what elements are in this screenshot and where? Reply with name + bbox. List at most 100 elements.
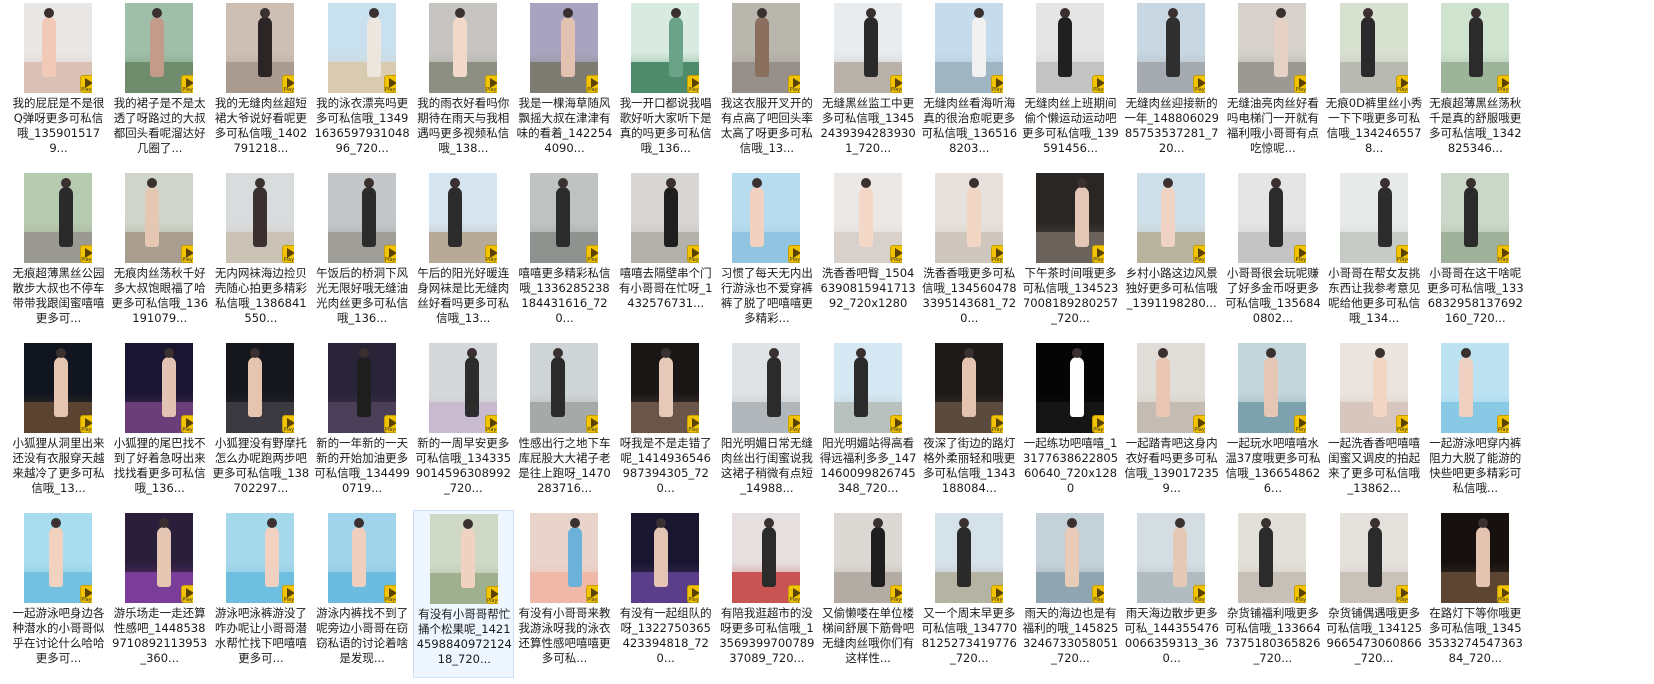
file-item[interactable]: Player 午后的阳光好暖连身网袜是比无缝肉丝好看吗更多可私信哦_13...	[413, 170, 514, 338]
file-item[interactable]: Player 乡村小路这边风景独好更多可私信哦_1391198280...	[1121, 170, 1222, 338]
file-item[interactable]: Player 小哥哥在帮女友挑东西让我参考意见呢给他更多可私信哦_134...	[1324, 170, 1425, 338]
video-thumbnail: Player	[1036, 513, 1104, 603]
player-badge-label: Player	[1295, 427, 1307, 433]
player-app-icon: Player	[1193, 415, 1206, 433]
video-thumbnail: Player	[428, 3, 497, 93]
file-name-label: 无痕超薄黑丝荡秋千是真的舒服哦更多可私信哦_1342825346...	[1429, 96, 1522, 155]
player-badge-label: Player	[1396, 257, 1408, 263]
file-name-label: 有没有一起组队的呀_1322750365423394818_720...	[619, 606, 712, 665]
video-thumbnail: Player	[530, 343, 598, 433]
file-item[interactable]: Player 习惯了每天无内出行游泳也不爱穿裤裤了脱了吧嘻嘻更多精彩...	[716, 170, 817, 338]
player-badge-label: Player	[283, 427, 295, 433]
file-item[interactable]: Player 午饭后的桥洞下风光无限好哦无缝油光肉丝更多可私信哦_136...	[312, 170, 413, 338]
file-item[interactable]: Player 无痕0D裤里丝小秀一下下哦更多可私信哦_1342465578...	[1324, 0, 1425, 168]
file-item[interactable]: Player 新的一年新的一天新的开始加油更多可私信哦_1344990719...	[312, 340, 413, 508]
file-item[interactable]: Player 我的无缝肉丝超短裙大爷说好看呢更多可私信哦_1402791218..…	[210, 0, 311, 168]
video-thumbnail: Player	[1238, 173, 1307, 263]
file-item[interactable]: Player 游泳内裤找不到了呢旁边小哥哥在窃窃私语的讨论着啥是发现...	[312, 510, 413, 678]
file-item[interactable]: Player 小狐狸的尾巴找不到了好着急呀出来找找看更多可私信哦_136...	[109, 340, 210, 508]
file-name-label: 又偷懒喽在单位楼梯间舒展下筋骨吧无缝肉丝哦你们有这样性...	[822, 606, 915, 665]
file-item[interactable]: Player 一起踏青吧这身内衣好看吗更多可私信哦_1390172359...	[1121, 340, 1222, 508]
file-item[interactable]: Player 无缝黑丝监工中更多可私信哦_134524393942839301_7…	[818, 0, 919, 168]
file-item[interactable]: Player 我的裙子是不是太透了呀路过的大叔都回头看呢溜达好几圈了...	[109, 0, 210, 168]
file-item[interactable]: Player 嘻嘻更多精彩私信哦_1336285238184431616_720.…	[514, 170, 615, 338]
player-badge-label: Player	[1093, 597, 1104, 603]
file-name-label: 无缝肉丝上班期间偷个懒运动运动吧更多可私信哦_139591456...	[1022, 96, 1119, 155]
file-item[interactable]: Player 在路灯下等你哦更多可私信哦_1345353327454736384_…	[1425, 510, 1526, 678]
file-name-label: 一起练功吧嘻嘻_1317763862280560640_720x1280	[1022, 436, 1119, 495]
file-item[interactable]: Player 呀我是不是走错了呢_1414936546987394305_720.…	[615, 340, 716, 508]
file-item[interactable]: Player 新的一周早安更多可私信哦_1343359014596308992_7…	[413, 340, 514, 508]
file-item[interactable]: Player 小狐狸没有野摩托怎么办呢跑两步吧更多可私信哦_138702297..…	[210, 340, 311, 508]
file-item[interactable]: Player 一起游泳吧穿内裤阻力大脱了能游的快些吧更多精彩可私信哦...	[1425, 340, 1526, 508]
file-item[interactable]: Player 雨天的海边也是有福利的哦_1458253246733058051_7…	[1020, 510, 1121, 678]
file-item[interactable]: Player 有没有一起组队的呀_1322750365423394818_720.…	[615, 510, 716, 678]
file-item[interactable]: Player 夜深了街边的路灯格外柔丽轻和哦更多可私信哦_1343188084..…	[919, 340, 1020, 508]
file-item[interactable]: Player 无缝肉丝上班期间偷个懒运动运动吧更多可私信哦_139591456..…	[1020, 0, 1121, 168]
file-item[interactable]: Player 我的泳衣漂亮吗更多可私信哦_1349163659793104896_…	[312, 0, 413, 168]
file-item[interactable]: Player 有没有小哥哥来教我游泳呀我的泳衣还算性感吧嘻嘻更多可私...	[514, 510, 615, 678]
player-app-icon: Player	[990, 585, 1003, 603]
file-item[interactable]: Player 有没有小哥哥帮忙捅个松果呢_1421459884097212418_…	[412, 510, 514, 678]
player-app-icon: Player	[484, 415, 497, 433]
file-item[interactable]: Player 无痕肉丝荡秋千好多大叔饱眼福了哈更多可私信哦_136191079..…	[109, 170, 210, 338]
file-name-label: 我这衣服开叉开的有点高了吧回头率太高了呀更多可私信哦_13...	[720, 96, 813, 155]
file-item[interactable]: Player 洗香香哦更多可私信哦_1345604783395143681_720…	[919, 170, 1020, 338]
file-item[interactable]: Player 有陪我逛超市的没呀更多可私信哦_135693997007893708…	[716, 510, 817, 678]
file-item[interactable]: Player 小狐狸从洞里出来还没有衣服穿天越来越冷了更多可私信哦_13...	[8, 340, 109, 508]
player-badge-label: Player	[1396, 427, 1408, 433]
file-item[interactable]: Player 雨天海边散步更多可私_1443554760066359313_360…	[1121, 510, 1222, 678]
player-app-icon: Player	[1496, 75, 1509, 93]
player-badge-label: Player	[1295, 257, 1307, 263]
file-item[interactable]: Player 一起练功吧嘻嘻_1317763862280560640_720x12…	[1020, 340, 1121, 508]
file-item[interactable]: Player 我一开口都说我唱歌好听大家听下是真的吗更多可私信哦_136...	[615, 0, 716, 168]
file-item[interactable]: Player 小哥哥在这干啥呢更多可私信哦_1336832958137692160…	[1425, 170, 1526, 338]
player-badge-label: Player	[992, 597, 1003, 603]
file-name-label: 呀我是不是走错了呢_1414936546987394305_720...	[619, 436, 712, 495]
file-item[interactable]: Player 洗香香吧臀_1504639081594171392_720x1280	[818, 170, 919, 338]
file-item[interactable]: Player 性感出行之地下车库屁股大大裙子老是往上跑呀_1470283716..…	[514, 340, 615, 508]
file-item[interactable]: Player 无内网袜海边捡贝壳随心拍更多精彩私信哦_1386841550...	[210, 170, 311, 338]
file-name-label: 性感出行之地下车库屁股大大裙子老是往上跑呀_1470283716...	[518, 436, 611, 495]
player-badge-label: Player	[1498, 87, 1509, 93]
file-name-label: 我的无缝肉丝超短裙大爷说好看呢更多可私信哦_1402791218...	[214, 96, 308, 155]
file-item[interactable]: Player 无痕超薄黑丝荡秋千是真的舒服哦更多可私信哦_1342825346..…	[1425, 0, 1526, 168]
player-app-icon: Player	[1193, 245, 1206, 263]
file-name-label: 小狐狸没有野摩托怎么办呢跑两步吧更多可私信哦_138702297...	[212, 436, 310, 495]
file-name-label: 嘻嘻更多精彩私信哦_1336285238184431616_720...	[518, 266, 611, 325]
video-thumbnail: Player	[226, 3, 295, 93]
file-item[interactable]: Player 我这衣服开叉开的有点高了吧回头率太高了呀更多可私信哦_13...	[716, 0, 817, 168]
file-item[interactable]: Player 阳光明媚日常无缝肉丝出行闺蜜说我这裙子稍微有点短_14988...	[716, 340, 817, 508]
video-thumbnail: Player	[327, 513, 396, 603]
file-item[interactable]: Player 无痕超薄黑丝公园散步大叔也不停车带带我跟闺蜜嘻嘻更多可...	[8, 170, 109, 338]
file-item[interactable]: Player 我的雨衣好看吗你期待在雨天与我相遇吗更多视频私信哦_138...	[413, 0, 514, 168]
player-app-icon: Player	[1294, 415, 1307, 433]
file-item[interactable]: Player 又一个周末早更多可私信哦_1347708125273419776_7…	[919, 510, 1020, 678]
file-item[interactable]: Player 无缝油亮肉丝好看吗电梯门一开就有福利哦小哥哥有点吃惊呢...	[1222, 0, 1323, 168]
video-thumbnail: Player	[1339, 3, 1408, 93]
file-item[interactable]: Player 又偷懒喽在单位楼梯间舒展下筋骨吧无缝肉丝哦你们有这样性...	[818, 510, 919, 678]
file-name-label: 阳光明媚站得高看得远福利多多_1471460099826745348_720..…	[819, 436, 917, 495]
file-item[interactable]: Player 杂货铺偶遇哦更多可私信哦_1341259665473060866_7…	[1324, 510, 1425, 678]
file-item[interactable]: Player 一起玩水吧嘻嘻水温37度哦更多可私信哦_1366548626...	[1222, 340, 1323, 508]
file-item[interactable]: Player 我的屁屁是不是很Q弹呀更多可私信哦_1359015179...	[8, 0, 109, 168]
file-item[interactable]: Player 杂货铺福利哦更多可私信哦_1336647375180365826_7…	[1222, 510, 1323, 678]
player-app-icon: Player	[990, 75, 1003, 93]
file-item[interactable]: Player 无缝肉丝迎接新的一年_14880602985753537281_72…	[1121, 0, 1222, 168]
file-name-label: 一起玩水吧嘻嘻水温37度哦更多可私信哦_1366548626...	[1225, 436, 1321, 495]
file-name-label: 嘻嘻去隔壁串个门有小哥哥在忙呀_1432576731...	[618, 266, 713, 310]
file-item[interactable]: Player 下午茶时间哦更多可私信哦_1345237008189280257_7…	[1020, 170, 1121, 338]
file-name-label: 洗香香哦更多可私信哦_1345604783395143681_720...	[921, 266, 1017, 325]
file-item[interactable]: Player 一起游泳吧身边各种潜水的小哥哥似乎在讨论什么哈哈更多可...	[8, 510, 109, 678]
file-item[interactable]: Player 游乐场走一走还算性感吧_14485389710892113953_3…	[109, 510, 210, 678]
file-item[interactable]: Player 我是一棵海草随风飘摇大叔在津津有味的看着_1422544090...	[514, 0, 615, 168]
file-item[interactable]: Player 小哥哥很会玩呢赚了好多金币呀更多可私信哦_1356840802...	[1222, 170, 1323, 338]
file-item[interactable]: Player 一起洗香香吧嘻嘻闺蜜又调皮的拍起来了更多可私信哦_13862...	[1324, 340, 1425, 508]
video-thumbnail: Player	[934, 3, 1003, 93]
player-badge-label: Player	[1498, 257, 1509, 263]
file-item[interactable]: Player 嘻嘻去隔壁串个门有小哥哥在忙呀_1432576731...	[615, 170, 716, 338]
video-thumbnail: Player	[125, 3, 194, 93]
file-item[interactable]: Player 阳光明媚站得高看得远福利多多_1471460099826745348…	[818, 340, 919, 508]
file-item[interactable]: Player 游泳吧泳裤游没了咋办呢让小哥哥潜水帮忙找下吧嘻嘻更多可...	[210, 510, 311, 678]
file-item[interactable]: Player 无缝肉丝看海听海真的很治愈呢更多可私信哦_1365168203...	[919, 0, 1020, 168]
